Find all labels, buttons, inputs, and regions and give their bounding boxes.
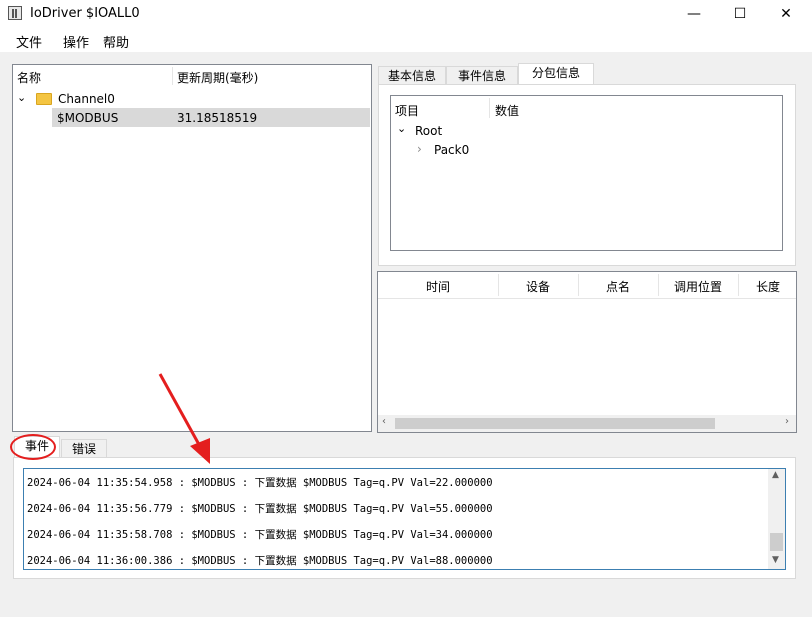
tree-item-device-name[interactable]: $MODBUS [57,111,118,125]
column-divider [578,274,579,296]
window-title: IoDriver $IOALL0 [30,6,140,21]
packet-table[interactable]: 时间 设备 点名 调用位置 长度 ‹ › [377,271,797,433]
events-pane: 2024-06-04 11:35:54.958 : $MODBUS : 下置数据… [13,457,796,579]
close-button[interactable]: ✕ [763,0,809,28]
annotation-arrow [158,373,210,464]
tab-errors[interactable]: 错误 [61,439,107,459]
event-log[interactable]: 2024-06-04 11:35:54.958 : $MODBUS : 下置数据… [23,468,786,570]
event-log-line: 2024-06-04 11:35:56.779 : $MODBUS : 下置数据… [27,503,493,515]
menu-operation[interactable]: 操作 [63,32,89,51]
col-length[interactable]: 长度 [756,278,780,295]
column-divider [738,274,739,296]
scroll-right-icon[interactable]: › [785,416,789,427]
event-log-line: 2024-06-04 11:36:00.386 : $MODBUS : 下置数据… [27,555,493,567]
folder-icon [36,93,52,105]
scroll-up-icon[interactable]: ▲ [772,470,779,480]
horizontal-scrollbar[interactable]: ‹ › [378,415,796,432]
app-icon [8,6,22,20]
scrollbar-thumb[interactable] [395,418,715,429]
tree-col-period[interactable]: 更新周期(毫秒) [177,69,258,86]
chevron-right-icon[interactable]: › [417,142,422,156]
tree-col-name[interactable]: 名称 [17,69,41,86]
chevron-down-icon[interactable]: ⌄ [397,122,406,135]
tree-item-channel[interactable]: Channel0 [58,92,115,106]
event-log-line: 2024-06-04 11:35:54.958 : $MODBUS : 下置数据… [27,477,493,489]
maximize-button[interactable]: ☐ [717,0,763,28]
minimize-button[interactable]: — [671,0,717,28]
packet-tree-child[interactable]: Pack0 [434,143,469,157]
column-divider [172,67,173,85]
annotation-circle [10,434,56,460]
packet-col-item[interactable]: 项目 [395,102,419,119]
col-device[interactable]: 设备 [526,278,550,295]
column-divider [658,274,659,296]
scrollbar-thumb[interactable] [770,533,783,551]
scroll-down-icon[interactable]: ▼ [772,555,779,565]
tab-event-info[interactable]: 事件信息 [446,66,518,86]
packet-tree[interactable]: 项目 数值 ⌄ Root › Pack0 [390,95,783,251]
col-point[interactable]: 点名 [606,278,630,295]
title-bar: IoDriver $IOALL0 — ☐ ✕ [0,0,812,28]
scroll-left-icon[interactable]: ‹ [382,416,386,427]
vertical-scrollbar[interactable]: ▲ ▼ [768,469,785,569]
menu-bar: 文件 操作 帮助 [0,28,812,52]
menu-file[interactable]: 文件 [16,32,42,51]
packet-info-pane: 项目 数值 ⌄ Root › Pack0 [378,84,796,266]
tree-item-device-period: 31.18518519 [177,111,258,125]
event-log-line: 2024-06-04 11:35:58.708 : $MODBUS : 下置数据… [27,529,493,541]
column-divider [498,274,499,296]
packet-col-value[interactable]: 数值 [495,102,519,119]
col-call-location[interactable]: 调用位置 [674,278,722,295]
tab-basic-info[interactable]: 基本信息 [378,66,446,86]
tab-packet-info[interactable]: 分包信息 [518,63,594,85]
chevron-down-icon[interactable]: ⌄ [17,91,26,104]
column-divider [489,98,490,118]
menu-help[interactable]: 帮助 [103,32,129,51]
col-time[interactable]: 时间 [426,278,450,295]
packet-tree-root[interactable]: Root [415,124,442,138]
